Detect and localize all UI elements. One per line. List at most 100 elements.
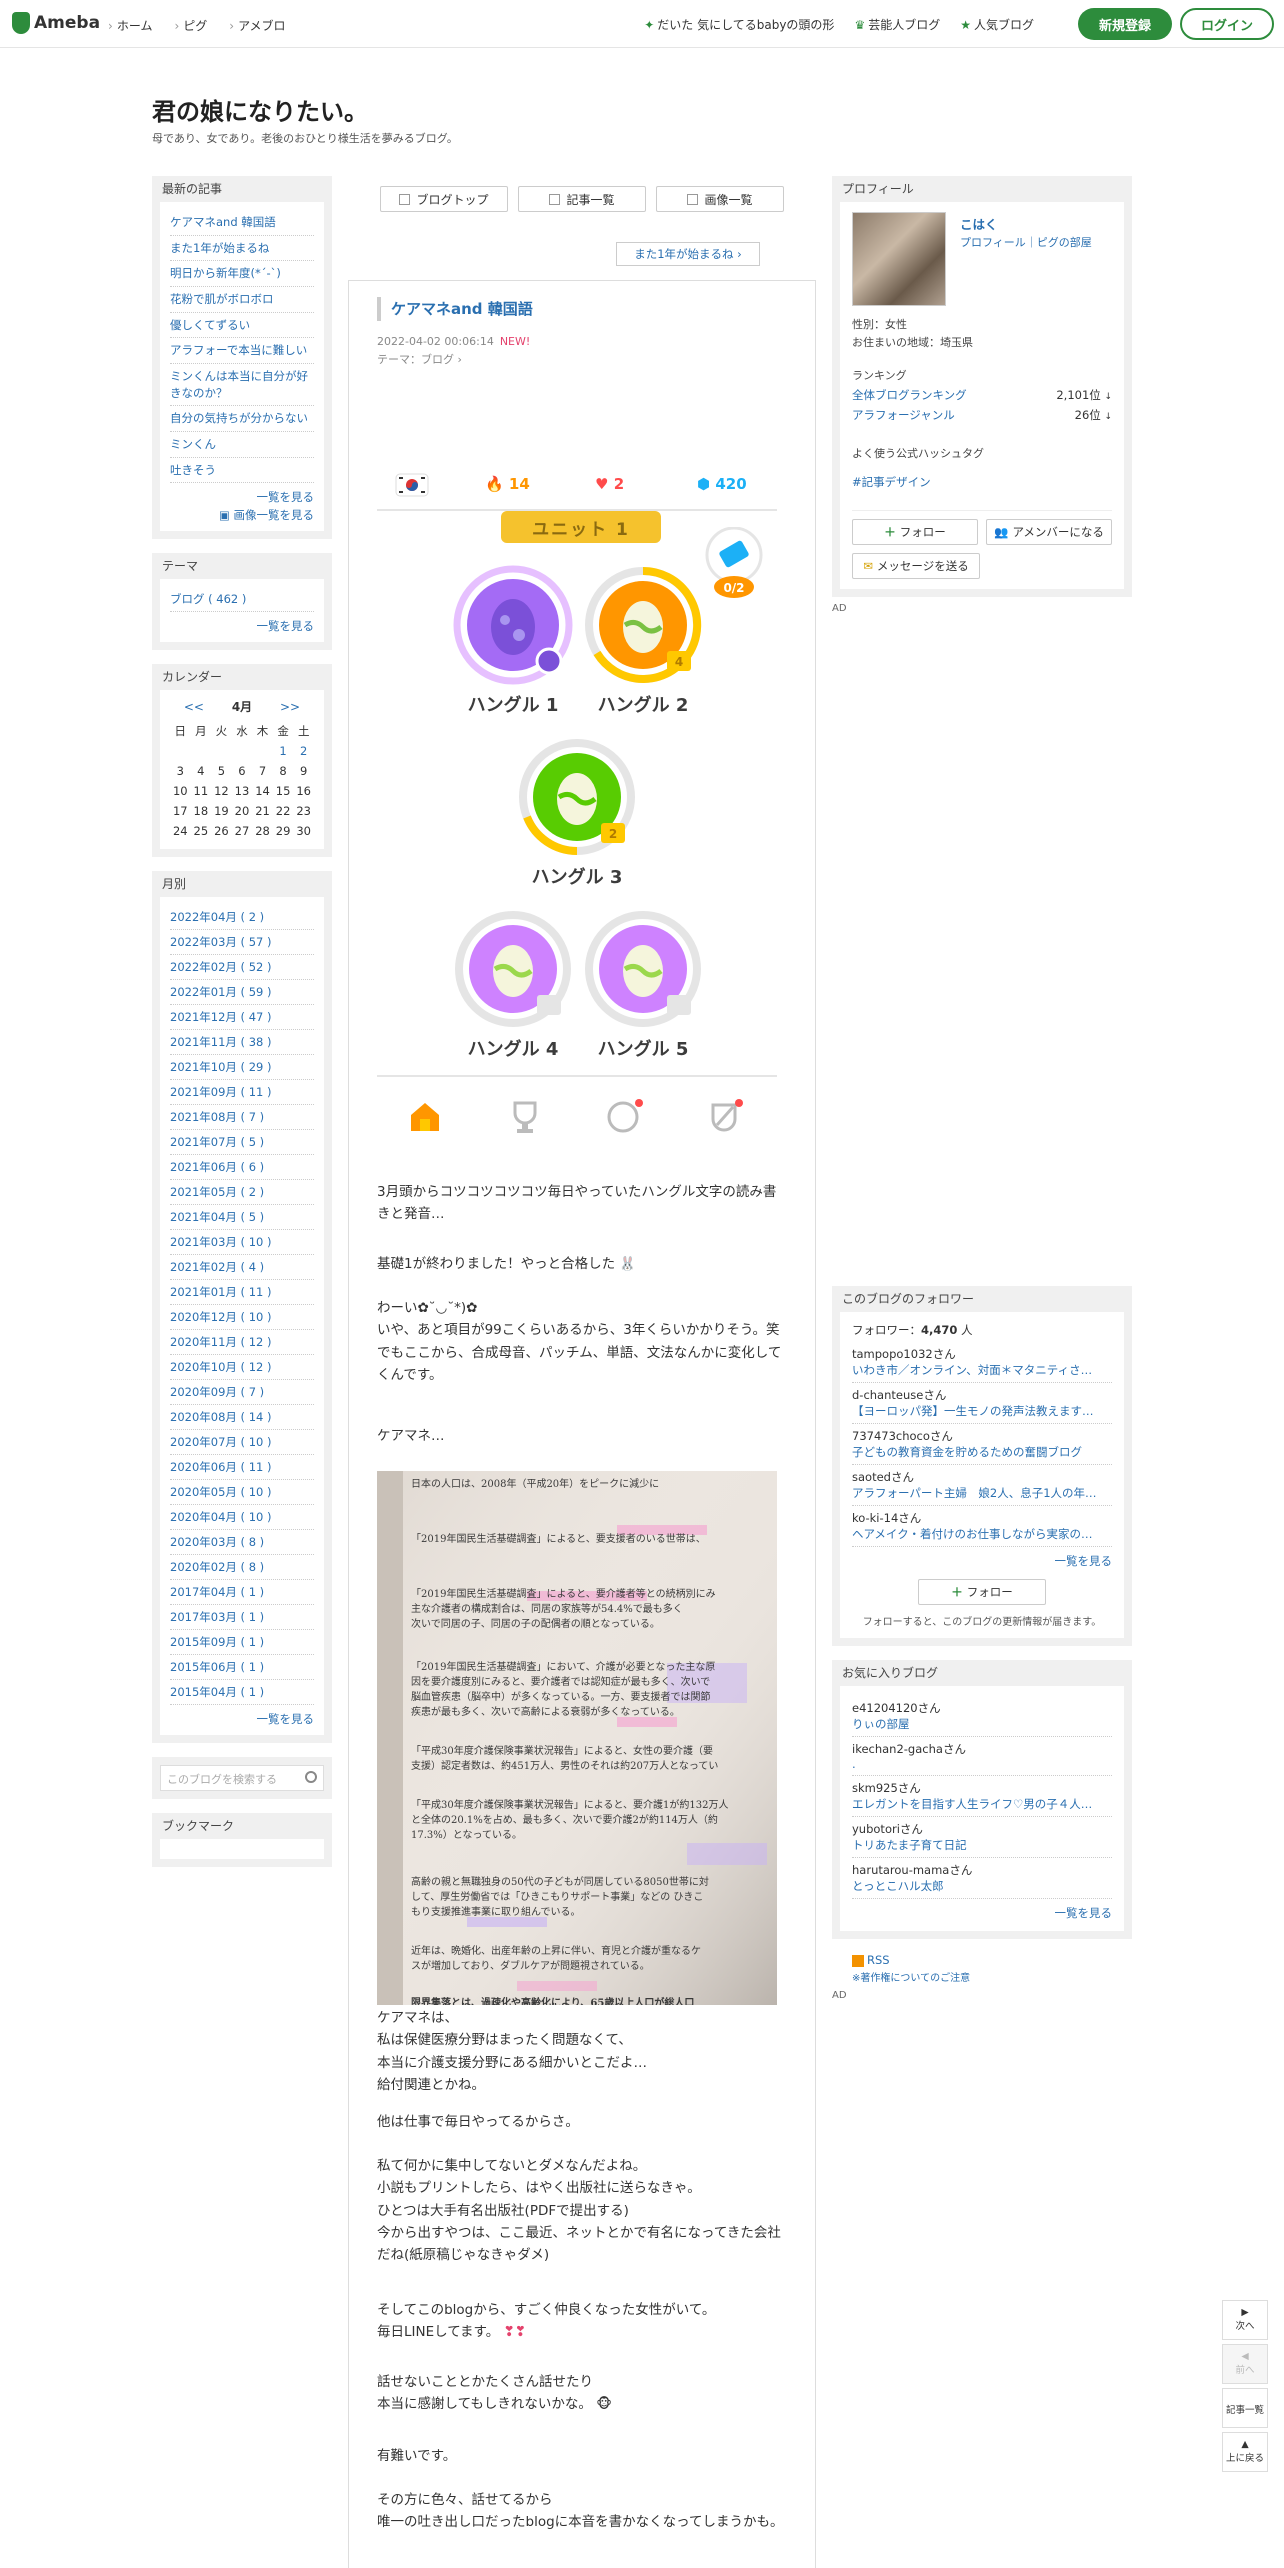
recent-post-item[interactable]: 優しくてずるい bbox=[170, 313, 314, 339]
monthly-item[interactable]: 2015年06月 ( 1 ) bbox=[170, 1655, 314, 1681]
calendar-next[interactable]: >> bbox=[280, 700, 300, 714]
recent-post-item[interactable]: 花粉で肌がボロボロ bbox=[170, 287, 314, 313]
monthly-item[interactable]: 2020年11月 ( 12 ) bbox=[170, 1330, 314, 1356]
favorite-item[interactable]: harutarou-mamaさん とっとこハル太郎 bbox=[852, 1858, 1112, 1900]
follower-blog[interactable]: 【ヨーロッパ発】一生モノの発声法教えます… bbox=[852, 1403, 1112, 1419]
monthly-item[interactable]: 2015年09月 ( 1 ) bbox=[170, 1630, 314, 1656]
favorite-blog[interactable]: とっとこハル太郎 bbox=[852, 1878, 1112, 1894]
favorite-blog[interactable]: りぃの部屋 bbox=[852, 1716, 1112, 1732]
favorite-blog[interactable]: エレガントを目指す人生ライフ♡男の子４人… bbox=[852, 1796, 1112, 1812]
follower-blog[interactable]: 子どもの教育資金を貯めるための奮闘ブログ bbox=[852, 1444, 1112, 1460]
blog-search-input[interactable]: このブログを検索する bbox=[160, 1765, 324, 1792]
favorite-blog[interactable]: トリあたま子育て日記 bbox=[852, 1837, 1112, 1853]
profile-links[interactable]: プロフィール｜ピグの部屋 bbox=[960, 234, 1092, 250]
follower-blog[interactable]: アラフォーパート主婦 娘2人、息子1人の年… bbox=[852, 1485, 1112, 1501]
message-button[interactable]: ✉ メッセージを送る bbox=[852, 553, 980, 580]
post-list-button[interactable]: 記事一覧 bbox=[1222, 2388, 1268, 2428]
favorite-blog[interactable]: . bbox=[852, 1757, 1112, 1771]
monthly-item[interactable]: 2021年05月 ( 2 ) bbox=[170, 1180, 314, 1206]
follower-item[interactable]: ko-ki-14さん ヘアメイク・着付けのお仕事しながら実家の… bbox=[852, 1506, 1112, 1548]
monthly-item[interactable]: 2020年02月 ( 8 ) bbox=[170, 1555, 314, 1581]
monthly-item[interactable]: 2020年05月 ( 10 ) bbox=[170, 1480, 314, 1506]
monthly-item[interactable]: 2022年02月 ( 52 ) bbox=[170, 955, 314, 981]
nav-pigg[interactable]: › ピグ bbox=[174, 17, 207, 34]
avatar[interactable] bbox=[852, 212, 946, 306]
monthly-item[interactable]: 2021年06月 ( 6 ) bbox=[170, 1155, 314, 1181]
monthly-item[interactable]: 2020年10月 ( 12 ) bbox=[170, 1355, 314, 1381]
amember-button[interactable]: 👥 アメンバーになる bbox=[986, 519, 1112, 546]
monthly-item[interactable]: 2017年03月 ( 1 ) bbox=[170, 1605, 314, 1631]
monthly-item[interactable]: 2020年04月 ( 10 ) bbox=[170, 1505, 314, 1531]
lesson-2-node[interactable]: 4 bbox=[583, 565, 703, 685]
profile-name[interactable]: こはく bbox=[960, 214, 998, 233]
next-post-link[interactable]: また1年が始まるね › bbox=[616, 242, 760, 266]
monthly-item[interactable]: 2021年11月 ( 38 ) bbox=[170, 1030, 314, 1056]
prev-post-button[interactable]: ◀ 前へ bbox=[1222, 2344, 1268, 2384]
followers-more-link[interactable]: 一覧を見る bbox=[852, 1547, 1113, 1569]
recent-post-item[interactable]: アラフォーで本当に難しい bbox=[170, 338, 314, 365]
login-button[interactable]: ログイン bbox=[1180, 8, 1274, 40]
lesson-3-node[interactable]: 2 bbox=[517, 737, 637, 857]
monthly-item[interactable]: 2020年08月 ( 14 ) bbox=[170, 1405, 314, 1431]
favorite-item[interactable]: yubotoriさん トリあたま子育て日記 bbox=[852, 1817, 1112, 1859]
follower-item[interactable]: 737473chocoさん 子どもの教育資金を貯めるための奮闘ブログ bbox=[852, 1424, 1112, 1466]
follower-item[interactable]: d-chanteuseさん 【ヨーロッパ発】一生モノの発声法教えます… bbox=[852, 1383, 1112, 1425]
recent-post-item[interactable]: ケアマネand 韓国語 bbox=[170, 210, 314, 236]
recent-post-item[interactable]: 自分の気持ちが分からない bbox=[170, 406, 314, 433]
back-to-top-button[interactable]: ▲ 上に戻る bbox=[1222, 2432, 1268, 2472]
monthly-item[interactable]: 2020年09月 ( 7 ) bbox=[170, 1380, 314, 1406]
calendar-prev[interactable]: << bbox=[184, 700, 204, 714]
nav-home[interactable]: › ホーム bbox=[108, 17, 152, 34]
favorite-item[interactable]: ikechan2-gachaさん. bbox=[852, 1737, 1112, 1777]
monthly-item[interactable]: 2020年12月 ( 10 ) bbox=[170, 1305, 314, 1331]
rss-link[interactable]: RSS bbox=[852, 1953, 1132, 1967]
follower-blog[interactable]: いわき市／オンライン、対面＊マタニティさ… bbox=[852, 1362, 1112, 1378]
lesson-5-node[interactable] bbox=[583, 909, 703, 1029]
monthly-item[interactable]: 2020年06月 ( 11 ) bbox=[170, 1455, 314, 1481]
tab-image-list[interactable]: 画像一覧 bbox=[656, 186, 784, 212]
monthly-item[interactable]: 2021年12月 ( 47 ) bbox=[170, 1005, 314, 1031]
blog-title[interactable]: 君の娘になりたい。 bbox=[152, 92, 368, 127]
next-post-button[interactable]: ▶ 次へ bbox=[1222, 2300, 1268, 2340]
recent-post-item[interactable]: ミンくんは本当に自分が好きなのか？ bbox=[170, 364, 314, 407]
recent-post-item[interactable]: 吐きそう bbox=[170, 458, 314, 484]
celebrity-blog-link[interactable]: ♛ 芸能人ブログ bbox=[854, 16, 940, 33]
follower-item[interactable]: tampopo1032さん いわき市／オンライン、対面＊マタニティさ… bbox=[852, 1342, 1112, 1384]
search-icon[interactable] bbox=[305, 1771, 317, 1784]
register-button[interactable]: 新規登録 bbox=[1078, 8, 1172, 40]
follower-item[interactable]: saotedさん アラフォーパート主婦 娘2人、息子1人の年… bbox=[852, 1465, 1112, 1507]
recent-post-item[interactable]: また1年が始まるね bbox=[170, 236, 314, 262]
monthly-item[interactable]: 2022年01月 ( 59 ) bbox=[170, 980, 314, 1006]
trend-link[interactable]: ✦ だいた 気にしてるbabyの頭の形 bbox=[644, 16, 834, 33]
theme-more-link[interactable]: 一覧を見る bbox=[170, 612, 315, 634]
recent-post-item[interactable]: ミンくん bbox=[170, 432, 314, 458]
theme-item[interactable]: ブログ ( 462 ) bbox=[170, 587, 314, 613]
popular-blog-link[interactable]: ★ 人気ブログ bbox=[960, 16, 1034, 33]
copyright-link[interactable]: ※著作権についてのご注意 bbox=[852, 1969, 1132, 1984]
monthly-item[interactable]: 2022年04月 ( 2 ) bbox=[170, 905, 314, 931]
favorite-item[interactable]: e41204120さん りぃの部屋 bbox=[852, 1696, 1112, 1738]
tab-blog-top[interactable]: ブログトップ bbox=[380, 186, 508, 212]
lesson-4-node[interactable] bbox=[453, 909, 573, 1029]
follow-button-2[interactable]: ＋フォロー bbox=[918, 1579, 1046, 1606]
monthly-item[interactable]: 2021年09月 ( 11 ) bbox=[170, 1080, 314, 1106]
follower-blog[interactable]: ヘアメイク・着付けのお仕事しながら実家の… bbox=[852, 1526, 1112, 1542]
monthly-item[interactable]: 2021年02月 ( 4 ) bbox=[170, 1255, 314, 1281]
monthly-item[interactable]: 2021年03月 ( 10 ) bbox=[170, 1230, 314, 1256]
cal-cell-link[interactable]: 2 bbox=[293, 741, 314, 761]
recent-more-link[interactable]: 一覧を見る bbox=[170, 483, 315, 505]
ranking-label[interactable]: 全体ブログランキング bbox=[852, 387, 967, 403]
lesson-1-node[interactable] bbox=[453, 565, 573, 685]
textbook-photo[interactable]: 日本の人口は、2008年（平成20年）をピークに減少に 「2019年国民生活基礎… bbox=[377, 1471, 777, 2005]
monthly-item[interactable]: 2015年04月 ( 1 ) bbox=[170, 1680, 314, 1706]
cal-cell-link[interactable]: 1 bbox=[273, 741, 294, 761]
follow-button[interactable]: ＋フォロー bbox=[852, 519, 978, 546]
recent-post-item[interactable]: 明日から新年度(*´-`) bbox=[170, 261, 314, 288]
monthly-item[interactable]: 2022年03月 ( 57 ) bbox=[170, 930, 314, 956]
monthly-item[interactable]: 2021年04月 ( 5 ) bbox=[170, 1205, 314, 1231]
entry-title[interactable]: ケアマネand 韓国語 bbox=[377, 297, 533, 321]
hashtag-link[interactable]: #記事デザイン bbox=[852, 474, 1112, 490]
favorites-more-link[interactable]: 一覧を見る bbox=[852, 1899, 1113, 1921]
nav-ameblo[interactable]: › アメブロ bbox=[229, 17, 285, 34]
monthly-item[interactable]: 2021年10月 ( 29 ) bbox=[170, 1055, 314, 1081]
